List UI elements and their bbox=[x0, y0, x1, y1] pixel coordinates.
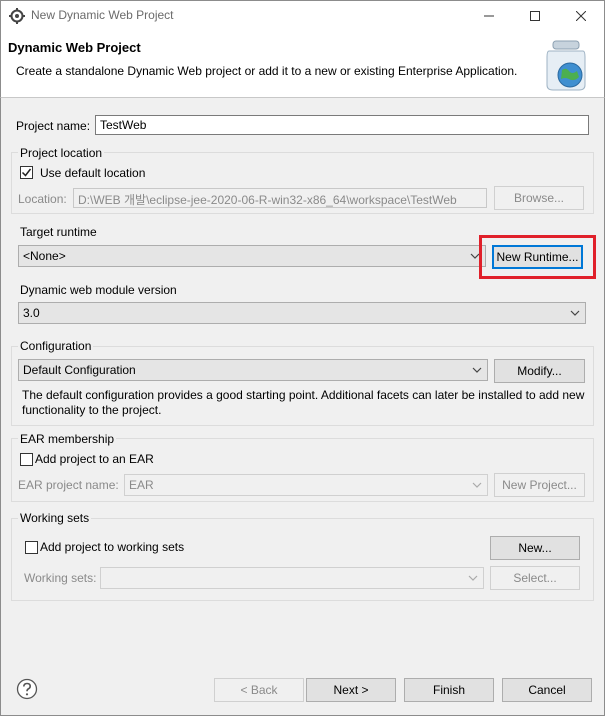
wizard-banner: Dynamic Web Project Create a standalone … bbox=[0, 31, 605, 98]
working-sets-field-label: Working sets: bbox=[24, 571, 97, 585]
web-project-jar-icon bbox=[546, 40, 586, 91]
finish-button[interactable]: Finish bbox=[404, 678, 494, 702]
project-location-label: Project location bbox=[18, 146, 105, 160]
next-button[interactable]: Next > bbox=[306, 678, 396, 702]
modify-button[interactable]: Modify... bbox=[494, 359, 585, 383]
target-runtime-dropdown[interactable]: <None> bbox=[18, 245, 486, 267]
ear-project-name-label: EAR project name: bbox=[18, 478, 119, 492]
project-name-input[interactable]: TestWeb bbox=[95, 115, 589, 135]
eclipse-gear-icon bbox=[9, 8, 25, 24]
browse-button[interactable]: Browse... bbox=[494, 186, 584, 210]
checkmark-icon bbox=[21, 168, 32, 177]
maximize-icon bbox=[530, 11, 540, 21]
module-version-label: Dynamic web module version bbox=[20, 283, 177, 297]
close-button[interactable] bbox=[558, 1, 604, 31]
target-runtime-value: <None> bbox=[23, 249, 66, 263]
new-runtime-button[interactable]: New Runtime... bbox=[492, 245, 583, 269]
project-name-label: Project name: bbox=[16, 119, 91, 133]
chevron-down-icon bbox=[472, 482, 482, 488]
configuration-dropdown[interactable]: Default Configuration bbox=[18, 359, 488, 381]
title-bar[interactable]: New Dynamic Web Project bbox=[0, 0, 605, 31]
target-runtime-label: Target runtime bbox=[20, 225, 97, 239]
configuration-description: The default configuration provides a goo… bbox=[22, 388, 585, 417]
back-button[interactable]: < Back bbox=[214, 678, 304, 702]
use-default-location-checkbox[interactable] bbox=[20, 166, 33, 179]
maximize-button[interactable] bbox=[512, 1, 558, 31]
new-ear-project-button[interactable]: New Project... bbox=[494, 473, 585, 497]
chevron-down-icon bbox=[570, 310, 580, 316]
minimize-icon bbox=[484, 15, 494, 17]
module-version-dropdown[interactable]: 3.0 bbox=[18, 302, 586, 324]
ear-project-name-dropdown[interactable]: EAR bbox=[124, 474, 488, 496]
location-input[interactable]: D:\WEB 개발\eclipse-jee-2020-06-R-win32-x8… bbox=[73, 188, 487, 208]
ear-membership-label: EAR membership bbox=[18, 432, 117, 446]
add-to-ear-label: Add project to an EAR bbox=[35, 452, 154, 466]
use-default-location-label: Use default location bbox=[40, 166, 146, 180]
minimize-button[interactable] bbox=[466, 1, 512, 31]
cancel-button[interactable]: Cancel bbox=[502, 678, 592, 702]
help-icon[interactable] bbox=[16, 678, 38, 700]
chevron-down-icon bbox=[468, 575, 478, 581]
configuration-value: Default Configuration bbox=[23, 363, 136, 377]
wizard-heading: Dynamic Web Project bbox=[8, 40, 141, 55]
select-working-sets-button[interactable]: Select... bbox=[490, 566, 580, 590]
window-title: New Dynamic Web Project bbox=[31, 8, 174, 22]
close-icon bbox=[576, 11, 586, 21]
ear-project-name-value: EAR bbox=[129, 478, 154, 492]
working-sets-label: Working sets bbox=[18, 511, 92, 525]
add-to-working-sets-checkbox[interactable] bbox=[25, 541, 38, 554]
module-version-value: 3.0 bbox=[23, 306, 40, 320]
configuration-label: Configuration bbox=[18, 339, 94, 353]
wizard-description: Create a standalone Dynamic Web project … bbox=[16, 64, 518, 78]
location-label: Location: bbox=[18, 192, 67, 206]
chevron-down-icon bbox=[472, 367, 482, 373]
add-to-working-sets-label: Add project to working sets bbox=[40, 540, 185, 554]
add-to-ear-checkbox[interactable] bbox=[20, 453, 33, 466]
working-sets-dropdown[interactable] bbox=[100, 567, 484, 589]
new-working-set-button[interactable]: New... bbox=[490, 536, 580, 560]
